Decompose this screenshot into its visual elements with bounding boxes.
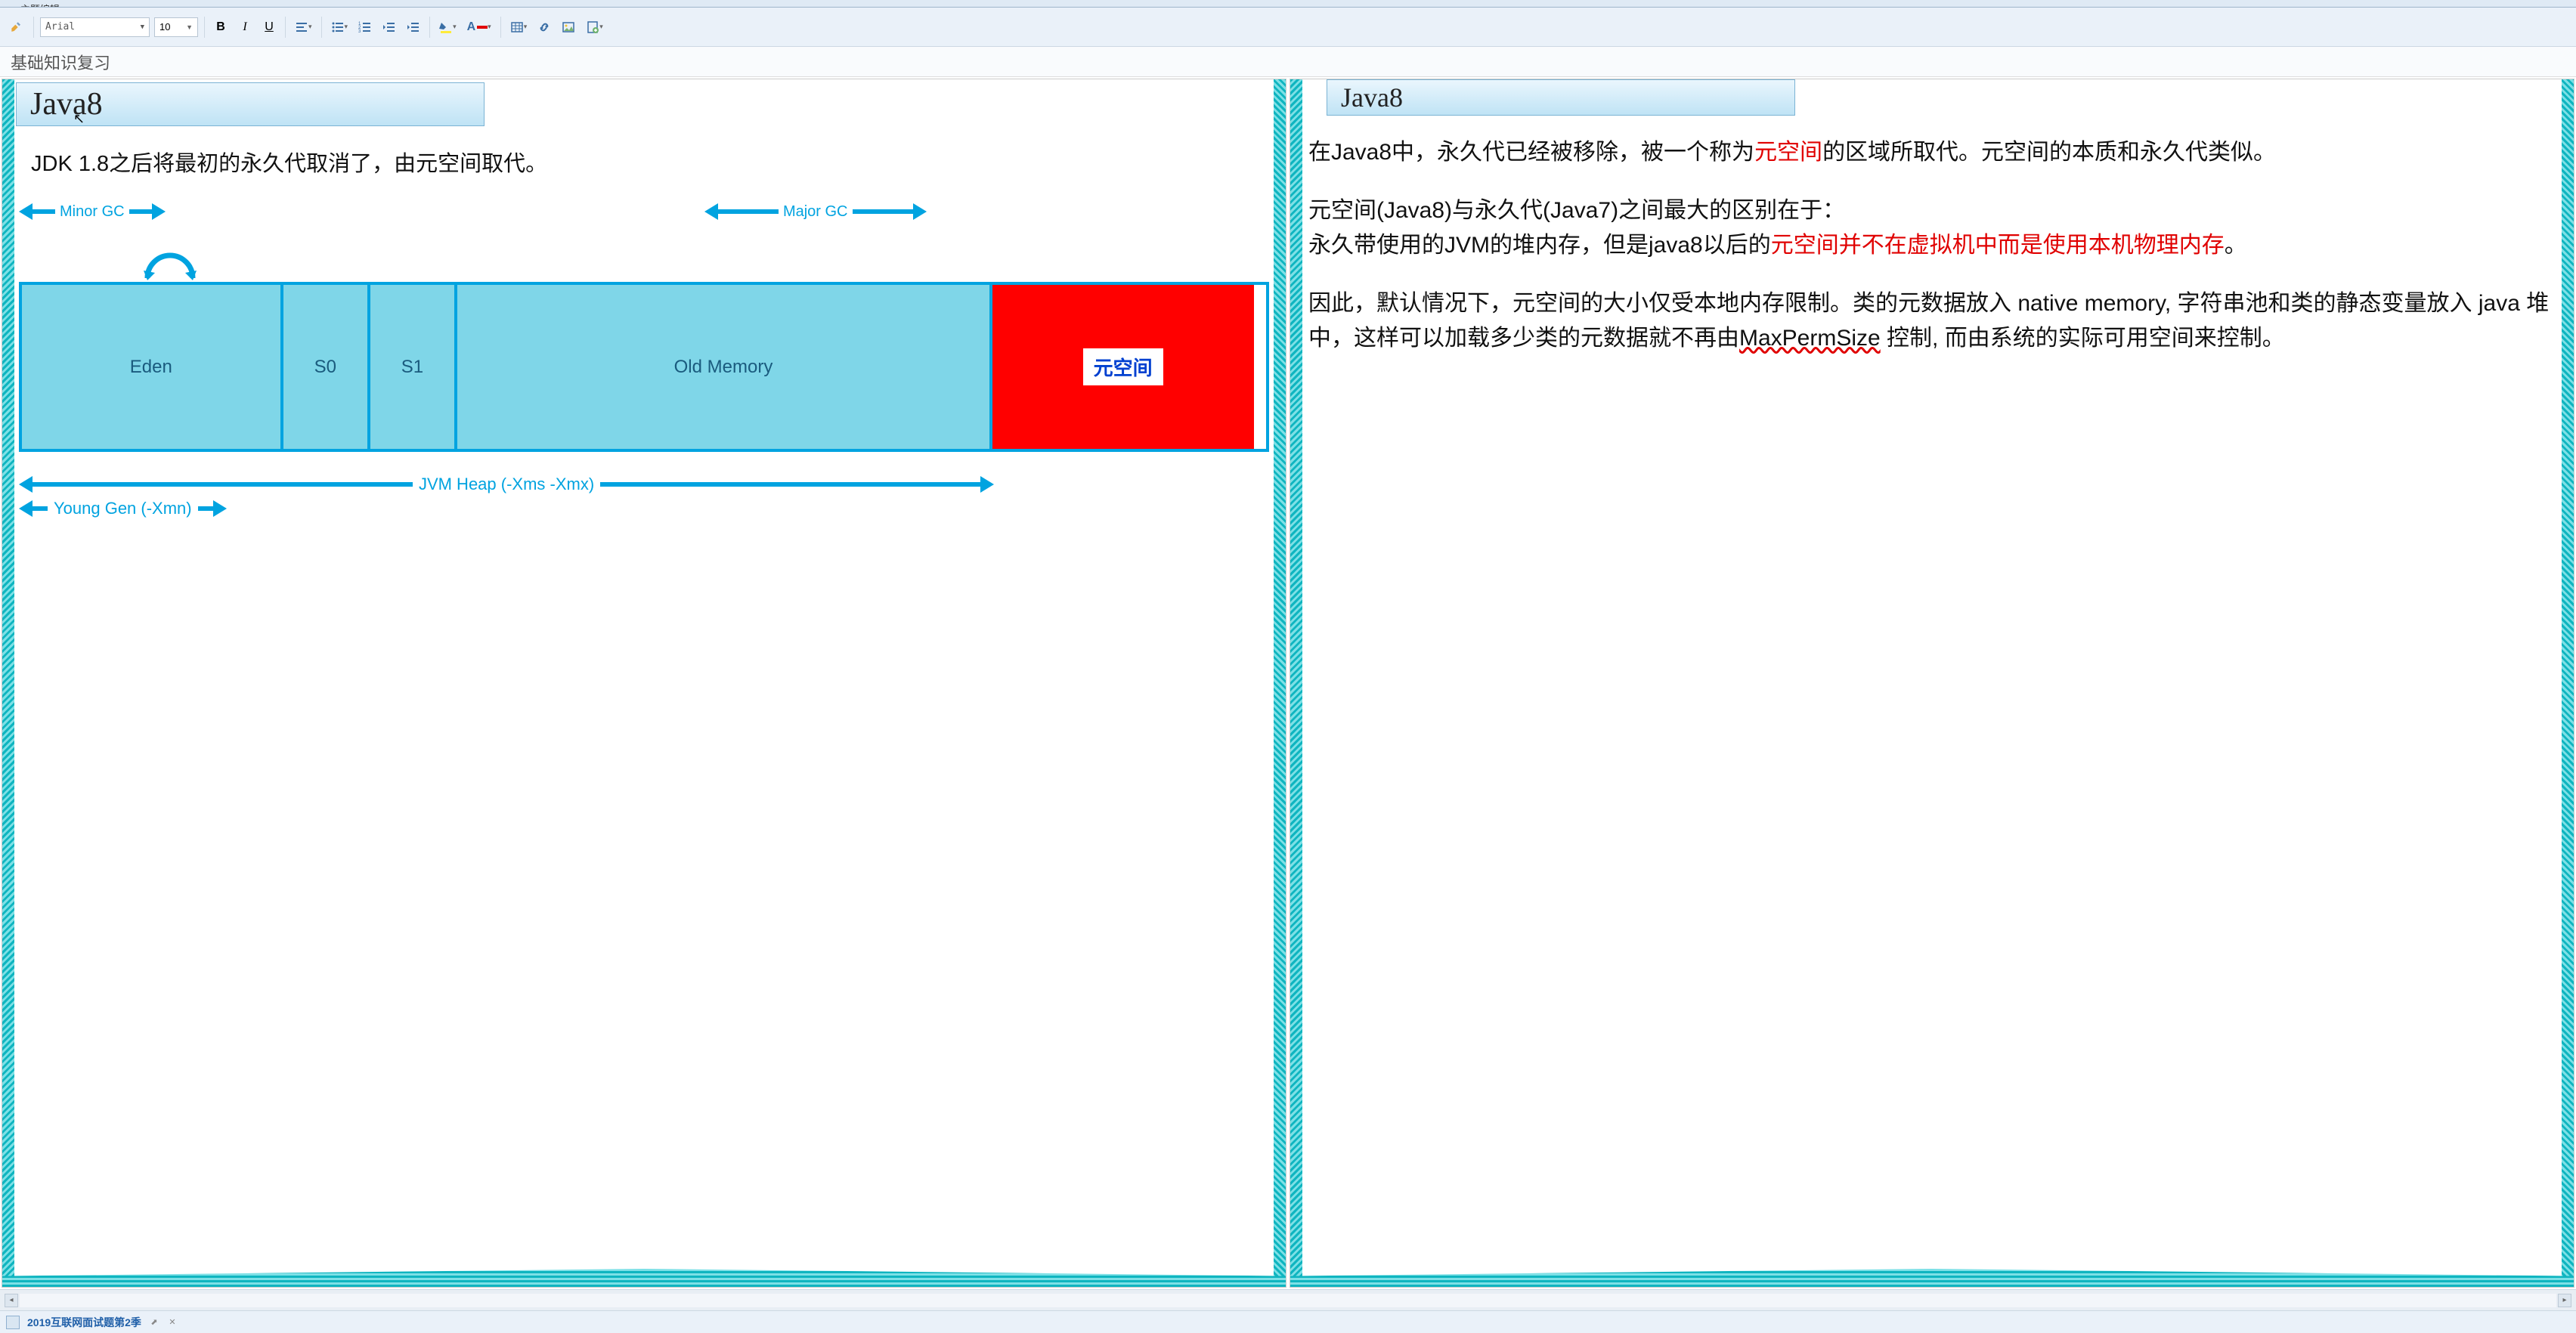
paragraph-1: 在Java8中，永久代已经被移除，被一个称为元空间的区域所取代。元空间的本质和永… <box>1308 135 2556 171</box>
document-title-bar: 基础知识复习 <box>0 47 2576 77</box>
memory-diagram: Minor GC Major GC <box>16 193 1272 518</box>
chevron-down-icon: ▼ <box>186 23 193 31</box>
document-title: 基础知识复习 <box>11 50 110 74</box>
footer-tab-label[interactable]: 2019互联网面试题第2季 <box>27 1315 141 1330</box>
decorative-stripe <box>1274 79 1286 1287</box>
image-button[interactable] <box>559 17 578 37</box>
link-button[interactable] <box>534 17 554 37</box>
font-size-select[interactable]: 10 ▼ <box>154 17 198 37</box>
curve-arrows-icon <box>132 237 223 282</box>
chevron-down-icon: ▾ <box>599 23 603 31</box>
bold-button[interactable]: B <box>211 17 231 37</box>
metaspace-cell: 元空间 <box>992 285 1254 449</box>
svg-text:3: 3 <box>358 29 361 34</box>
underline-button[interactable]: U <box>259 17 279 37</box>
decorative-stripe <box>1290 79 1302 1287</box>
young-gen-label: Young Gen (-Xmn) <box>48 499 198 518</box>
heading-box: Java8 <box>1327 79 1795 116</box>
decorative-stripe <box>1290 1269 2574 1287</box>
doc-icon <box>6 1316 20 1329</box>
toolbar-separator <box>33 17 34 38</box>
scroll-track[interactable] <box>20 1294 2556 1307</box>
jvm-heap-arrow: JVM Heap (-Xms -Xmx) <box>19 475 994 494</box>
jvm-heap-label: JVM Heap (-Xms -Xmx) <box>413 475 600 494</box>
toolbar-separator <box>285 17 286 38</box>
chevron-down-icon: ▾ <box>345 23 348 31</box>
paragraph-3: 因此，默认情况下，元空间的大小仅受本地内存限制。类的元数据放入 native m… <box>1308 286 2556 357</box>
minor-gc-label: Minor GC <box>55 203 129 221</box>
align-button[interactable]: ▾ <box>292 17 315 37</box>
indent-button[interactable] <box>404 17 423 37</box>
toolbar-separator <box>429 17 430 38</box>
paragraph-2: 元空间(Java8)与永久代(Java7)之间最大的区别在于： 永久带使用的JV… <box>1308 193 2556 264</box>
toolbar-separator <box>321 17 322 38</box>
toolbar-separator <box>204 17 205 38</box>
memory-row: Eden S0 S1 Old Memory 元空间 <box>19 282 1269 452</box>
decorative-stripe <box>2562 79 2574 1287</box>
formatting-toolbar: Arial ▼ 10 ▼ B I U ▾ ▾ 123 ▾ A ▾ ▾ <box>0 8 2576 47</box>
font-family-value: Arial <box>45 21 75 32</box>
chevron-down-icon: ▾ <box>308 23 312 31</box>
font-color-button[interactable]: A ▾ <box>464 17 494 37</box>
outdent-button[interactable] <box>379 17 399 37</box>
highlight-color-button[interactable]: ▾ <box>436 17 460 37</box>
s1-cell: S1 <box>370 285 457 449</box>
italic-button[interactable]: I <box>235 17 255 37</box>
bullet-list-button[interactable]: ▾ <box>328 17 351 37</box>
decorative-stripe <box>2 79 14 1287</box>
font-family-select[interactable]: Arial ▼ <box>40 17 150 37</box>
content-area: Java8 ↖ JDK 1.8之后将最初的永久代取消了，由元空间取代。 Mino… <box>0 77 2576 1289</box>
page-left: Java8 ↖ JDK 1.8之后将最初的永久代取消了，由元空间取代。 Mino… <box>2 79 1286 1288</box>
font-size-value: 10 <box>159 21 170 32</box>
young-gen-arrow: Young Gen (-Xmn) <box>19 499 457 518</box>
toolbar-separator <box>500 17 501 38</box>
page-right: Java8 在Java8中，永久代已经被移除，被一个称为元空间的区域所取代。元空… <box>1290 79 2574 1288</box>
minor-gc-arrow: Minor GC <box>19 203 457 221</box>
scroll-left-button[interactable]: ◂ <box>5 1294 18 1307</box>
decorative-stripe <box>2 1269 1286 1287</box>
old-memory-cell: Old Memory <box>457 285 992 449</box>
heading-text: Java8 <box>30 87 103 122</box>
numbered-list-button[interactable]: 123 <box>355 17 375 37</box>
chevron-down-icon: ▼ <box>141 23 144 31</box>
format-painter-button[interactable] <box>6 17 27 37</box>
heading-text: Java8 <box>1341 82 1403 113</box>
tab-close-icon[interactable]: ✕ <box>167 1317 178 1328</box>
metaspace-badge: 元空间 <box>1083 348 1163 385</box>
window-title-bar: » 主题编辑 <box>0 0 2576 8</box>
eden-cell: Eden <box>22 285 283 449</box>
chevron-down-icon: ▾ <box>453 23 457 31</box>
chevron-down-icon: ▾ <box>488 23 491 31</box>
footer-tab-bar: 2019互联网面试题第2季 ⬈ ✕ <box>0 1310 2576 1333</box>
tab-external-icon[interactable]: ⬈ <box>149 1317 159 1328</box>
intro-text: JDK 1.8之后将最初的永久代取消了，由元空间取代。 <box>16 141 1272 193</box>
insert-button[interactable]: ▾ <box>583 17 606 37</box>
chevron-down-icon: ▾ <box>524 23 528 31</box>
s0-cell: S0 <box>283 285 370 449</box>
major-gc-arrow: Major GC <box>472 203 1160 221</box>
table-button[interactable]: ▾ <box>507 17 531 37</box>
horizontal-scrollbar[interactable]: ◂ ▸ <box>0 1289 2576 1310</box>
heading-box: Java8 <box>16 82 485 126</box>
scroll-right-button[interactable]: ▸ <box>2558 1294 2571 1307</box>
major-gc-label: Major GC <box>779 203 853 221</box>
bottom-labels: JVM Heap (-Xms -Xmx) Young Gen (-Xmn) <box>19 475 1269 518</box>
right-body-text: 在Java8中，永久代已经被移除，被一个称为元空间的区域所取代。元空间的本质和永… <box>1304 131 2560 384</box>
